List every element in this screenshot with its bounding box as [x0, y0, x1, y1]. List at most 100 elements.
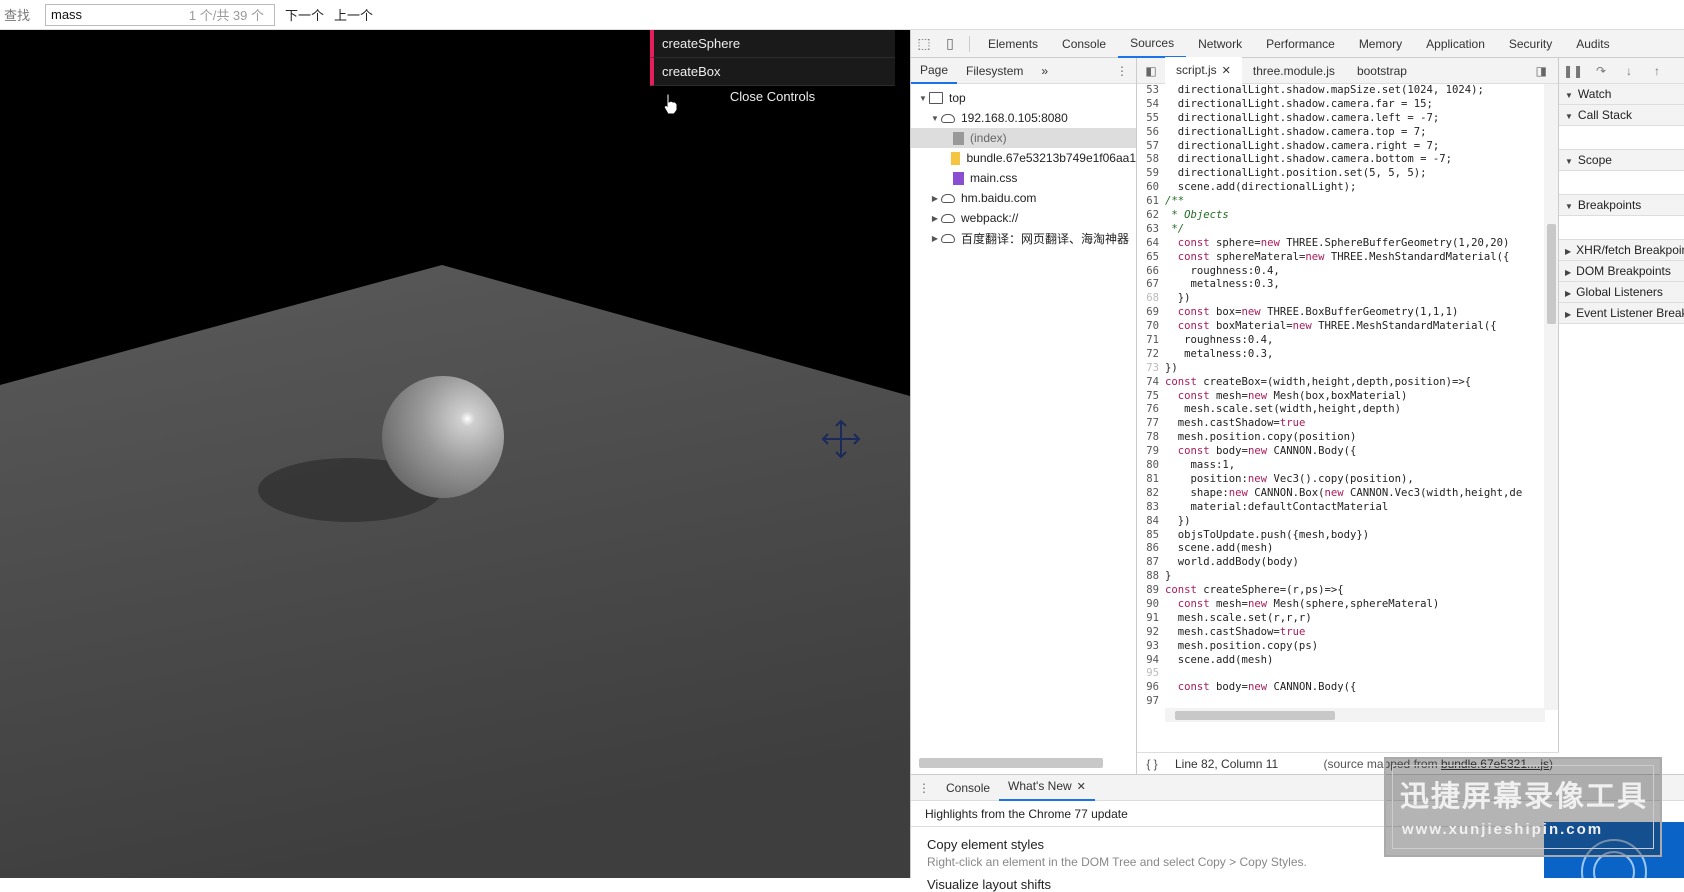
tree-node[interactable]: ▶ 百度翻译：网页翻译、海淘神器 — [911, 228, 1136, 248]
line-number[interactable]: 79 — [1137, 445, 1165, 459]
line-number[interactable]: 67 — [1137, 278, 1165, 292]
line-number[interactable]: 69 — [1137, 306, 1165, 320]
tree-node[interactable]: ▶ hm.baidu.com — [911, 188, 1136, 208]
code-line[interactable]: 56 directionalLight.shadow.camera.top = … — [1137, 126, 1543, 140]
line-number[interactable]: 92 — [1137, 626, 1165, 640]
line-number[interactable]: 87 — [1137, 556, 1165, 570]
tree-node[interactable]: main.css — [911, 168, 1136, 188]
line-number[interactable]: 61 — [1137, 195, 1165, 209]
tab-sources[interactable]: Sources — [1118, 30, 1187, 58]
expand-arrow-icon[interactable]: ▼ — [929, 114, 941, 123]
code-line[interactable]: 58 directionalLight.shadow.camera.bottom… — [1137, 153, 1543, 167]
tab-network[interactable]: Network — [1186, 30, 1254, 58]
tree-node[interactable]: bundle.67e53213b749e1f06aa1 — [911, 148, 1136, 168]
expand-arrow-icon[interactable]: ▼ — [917, 94, 929, 103]
line-number[interactable]: 58 — [1137, 153, 1165, 167]
line-number[interactable]: 74 — [1137, 376, 1165, 390]
line-number[interactable]: 75 — [1137, 390, 1165, 404]
code-line[interactable]: 91 mesh.scale.set(r,r,r) — [1137, 612, 1543, 626]
line-number[interactable]: 97 — [1137, 695, 1165, 709]
code-line[interactable]: 87 world.addBody(body) — [1137, 556, 1543, 570]
debugger-section[interactable]: ▼ Scope — [1559, 150, 1684, 171]
drawer-menu-icon[interactable]: ⋮ — [911, 781, 937, 795]
kebab-menu-icon[interactable]: ⋮ — [1116, 64, 1128, 78]
webgl-canvas[interactable]: createSphere createBox Close Controls — [0, 30, 910, 878]
code-line[interactable]: 76 mesh.scale.set(width,height,depth) — [1137, 403, 1543, 417]
line-number[interactable]: 77 — [1137, 417, 1165, 431]
code-line[interactable]: 74 const createBox=(width,height,depth,po… — [1137, 376, 1543, 390]
code-line[interactable]: 70 const boxMaterial=new THREE.MeshStand… — [1137, 320, 1543, 334]
code-line[interactable]: 63 */ — [1137, 223, 1543, 237]
device-toolbar-icon[interactable]: ▯ — [937, 30, 963, 58]
code-line[interactable]: 66 roughness:0.4, — [1137, 265, 1543, 279]
find-input[interactable]: mass 1 个/共 39 个 — [45, 3, 275, 26]
code-line[interactable]: 97 — [1137, 695, 1543, 709]
code-line[interactable]: 90 const mesh=new Mesh(sphere,sphereMate… — [1137, 598, 1543, 612]
code-line[interactable]: 65 const sphereMateral=new THREE.MeshSta… — [1137, 251, 1543, 265]
tab-memory[interactable]: Memory — [1347, 30, 1414, 58]
line-number[interactable]: 91 — [1137, 612, 1165, 626]
tree-node[interactable]: (index) — [911, 128, 1136, 148]
line-number[interactable]: 80 — [1137, 459, 1165, 473]
tab-performance[interactable]: Performance — [1254, 30, 1347, 58]
line-number[interactable]: 64 — [1137, 237, 1165, 251]
line-number[interactable]: 94 — [1137, 654, 1165, 668]
line-number[interactable]: 59 — [1137, 167, 1165, 181]
step-over-icon[interactable]: ↷ — [1587, 64, 1615, 78]
code-line[interactable]: 86 scene.add(mesh) — [1137, 542, 1543, 556]
line-number[interactable]: 71 — [1137, 334, 1165, 348]
step-into-icon[interactable]: ↓ — [1615, 64, 1643, 78]
line-number[interactable]: 83 — [1137, 501, 1165, 515]
line-number[interactable]: 53 — [1137, 84, 1165, 98]
line-number[interactable]: 76 — [1137, 403, 1165, 417]
line-number[interactable]: 55 — [1137, 112, 1165, 126]
code-line[interactable]: 83 material:defaultContactMaterial — [1137, 501, 1543, 515]
line-number[interactable]: 73 — [1137, 362, 1165, 376]
debugger-section[interactable]: ▶ DOM Breakpoints — [1559, 261, 1684, 282]
code-line[interactable]: 84 }) — [1137, 515, 1543, 529]
debugger-section[interactable]: ▶ Event Listener Breakpoints — [1559, 303, 1684, 324]
code-line[interactable]: 82 shape:new CANNON.Box(new CANNON.Vec3(… — [1137, 487, 1543, 501]
line-number[interactable]: 96 — [1137, 681, 1165, 695]
gui-create-sphere-button[interactable]: createSphere — [650, 30, 895, 58]
drawer-tab-whats-new[interactable]: What's New ✕ — [999, 774, 1095, 801]
code-line[interactable]: 94 scene.add(mesh) — [1137, 654, 1543, 668]
code-line[interactable]: 57 directionalLight.shadow.camera.right … — [1137, 140, 1543, 154]
debugger-section[interactable]: ▶ XHR/fetch Breakpoints — [1559, 240, 1684, 261]
line-number[interactable]: 62 — [1137, 209, 1165, 223]
editor-tab-script-js[interactable]: script.js ✕ — [1165, 57, 1242, 84]
code-line[interactable]: 95 — [1137, 667, 1543, 681]
line-number[interactable]: 78 — [1137, 431, 1165, 445]
code-lines[interactable]: 53 directionalLight.shadow.mapSize.set(1… — [1137, 84, 1543, 710]
debugger-section[interactable]: ▼ Watch — [1559, 84, 1684, 105]
code-line[interactable]: 54 directionalLight.shadow.camera.far = … — [1137, 98, 1543, 112]
code-line[interactable]: 93 mesh.position.copy(ps) — [1137, 640, 1543, 654]
find-prev-button[interactable]: 上一个 — [334, 5, 373, 24]
code-line[interactable]: 60 scene.add(directionalLight); — [1137, 181, 1543, 195]
code-line[interactable]: 55 directionalLight.shadow.camera.left =… — [1137, 112, 1543, 126]
code-line[interactable]: 62 * Objects — [1137, 209, 1543, 223]
line-number[interactable]: 72 — [1137, 348, 1165, 362]
line-number[interactable]: 89 — [1137, 584, 1165, 598]
line-number[interactable]: 65 — [1137, 251, 1165, 265]
gui-close-controls-button[interactable]: Close Controls — [650, 86, 895, 108]
tab-audits[interactable]: Audits — [1564, 30, 1621, 58]
code-line[interactable]: 88} — [1137, 570, 1543, 584]
debugger-section[interactable]: ▼ Call Stack — [1559, 105, 1684, 126]
line-number[interactable]: 68 — [1137, 292, 1165, 306]
collapse-arrow-icon[interactable]: ▶ — [929, 214, 941, 223]
toggle-debugger-icon[interactable]: ◨ — [1525, 58, 1558, 84]
code-line[interactable]: 59 directionalLight.position.set(5, 5, 5… — [1137, 167, 1543, 181]
scroll-thumb[interactable] — [1547, 224, 1556, 324]
line-number[interactable]: 95 — [1137, 667, 1165, 681]
pretty-print-icon[interactable]: { } — [1137, 757, 1167, 771]
code-line[interactable]: 81 position:new Vec3().copy(position), — [1137, 473, 1543, 487]
editor-horizontal-scrollbar[interactable] — [1165, 708, 1545, 722]
code-line[interactable]: 92 mesh.castShadow=true — [1137, 626, 1543, 640]
tree-node[interactable]: ▼ 192.168.0.105:8080 — [911, 108, 1136, 128]
debugger-section[interactable]: ▶ Global Listeners — [1559, 282, 1684, 303]
line-number[interactable]: 90 — [1137, 598, 1165, 612]
line-number[interactable]: 57 — [1137, 140, 1165, 154]
tab-security[interactable]: Security — [1497, 30, 1564, 58]
inspect-element-icon[interactable]: ⬚ — [911, 30, 937, 58]
